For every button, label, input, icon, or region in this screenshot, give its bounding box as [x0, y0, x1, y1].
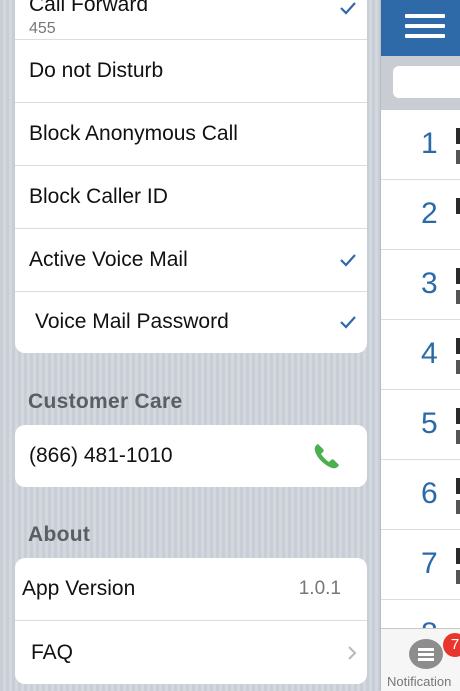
app-version-value: 1.0.1 [298, 578, 341, 599]
list-item[interactable]: 3 [381, 250, 460, 320]
checkmark-icon [340, 2, 356, 15]
checkmark-icon [340, 254, 356, 267]
list-item[interactable]: 1 [381, 110, 460, 180]
search-input[interactable] [393, 66, 460, 98]
top-navigation-bar [381, 0, 460, 56]
menu-icon[interactable] [405, 14, 445, 40]
list-item[interactable]: 2 [381, 180, 460, 250]
chevron-right-icon [348, 645, 357, 660]
block-anonymous-call-label: Block Anonymous Call [29, 122, 238, 145]
customer-care-header: Customer Care [28, 390, 183, 413]
voice-mail-password-row[interactable]: Voice Mail Password [15, 292, 367, 352]
call-forward-label: Call Forward [29, 0, 149, 16]
active-voice-mail-label: Active Voice Mail [29, 248, 188, 271]
list-item[interactable]: 7 [381, 530, 460, 600]
about-group: App Version 1.0.1 FAQ [15, 558, 367, 684]
call-features-group: Call Forward 455 Do not Disturb Block An… [15, 0, 367, 353]
block-anonymous-call-row[interactable]: Block Anonymous Call [15, 103, 367, 166]
checkmark-icon [340, 316, 356, 329]
notification-tab-label[interactable]: Notification [387, 674, 451, 689]
do-not-disturb-row[interactable]: Do not Disturb [15, 40, 367, 103]
list-item[interactable]: 6 [381, 460, 460, 530]
app-version-row: App Version 1.0.1 [15, 558, 367, 621]
list-item[interactable]: 4 [381, 320, 460, 390]
notification-badge: 7 [443, 633, 460, 657]
block-caller-id-label: Block Caller ID [29, 185, 168, 208]
customer-care-group: (866) 481-1010 [15, 425, 367, 487]
faq-row[interactable]: FAQ [15, 621, 367, 684]
app-version-label: App Version [22, 577, 136, 600]
active-voice-mail-row[interactable]: Active Voice Mail [15, 229, 367, 292]
search-bar [381, 56, 460, 110]
about-header: About [28, 523, 91, 546]
voice-mail-password-label: Voice Mail Password [35, 310, 229, 333]
bottom-tab-bar: 7 Notification [381, 628, 460, 691]
contact-list: 1 2 3 4 5 6 7 8 [381, 110, 460, 670]
customer-care-phone-row[interactable]: (866) 481-1010 [15, 425, 367, 487]
customer-care-phone-number: (866) 481-1010 [29, 444, 173, 467]
phone-icon[interactable] [311, 441, 343, 471]
do-not-disturb-label: Do not Disturb [29, 59, 164, 82]
main-panel: 1 2 3 4 5 6 7 8 7 Notification [380, 0, 460, 691]
faq-label: FAQ [31, 640, 74, 664]
settings-panel: Call Forward 455 Do not Disturb Block An… [0, 0, 380, 690]
block-caller-id-row[interactable]: Block Caller ID [15, 166, 367, 229]
notification-list-icon[interactable] [409, 639, 443, 669]
call-forward-row[interactable]: Call Forward 455 [15, 0, 367, 40]
list-item[interactable]: 5 [381, 390, 460, 460]
call-forward-value: 455 [29, 20, 56, 37]
